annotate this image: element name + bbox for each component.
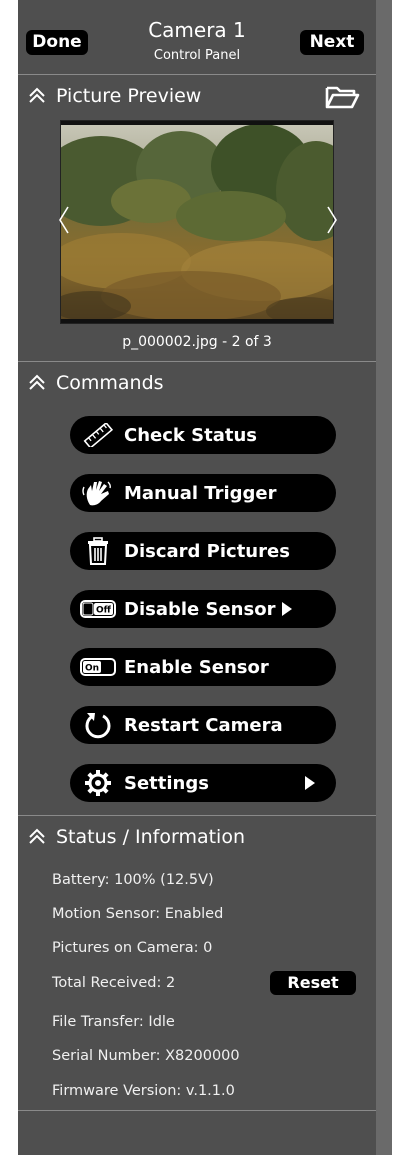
total-received-status: Total Received: 2 (52, 975, 176, 991)
restart-icon (78, 710, 118, 740)
status-information-header[interactable]: Status / Information (26, 824, 245, 850)
next-picture-icon[interactable] (324, 203, 340, 237)
motion-sensor-status: Motion Sensor: Enabled (52, 906, 224, 922)
gear-icon (78, 768, 118, 798)
next-button[interactable]: Next (300, 30, 364, 55)
folder-open-icon[interactable] (324, 84, 360, 110)
ruler-icon (78, 420, 118, 450)
svg-text:On: On (85, 664, 99, 674)
restart-camera-label: Restart Camera (124, 714, 283, 736)
divider (18, 1110, 376, 1111)
divider (18, 815, 376, 816)
divider (18, 361, 376, 362)
settings-button[interactable]: Settings (70, 764, 336, 802)
scrollbar-track[interactable] (376, 0, 392, 1155)
manual-trigger-label: Manual Trigger (124, 482, 277, 504)
disable-sensor-button[interactable]: Off Disable Sensor (70, 590, 336, 628)
disable-sensor-label: Disable Sensor (124, 598, 276, 620)
picture-preview-header[interactable]: Picture Preview (26, 83, 201, 109)
hand-wave-icon (78, 478, 118, 508)
serial-number: Serial Number: X8200000 (52, 1048, 240, 1064)
check-status-button[interactable]: Check Status (70, 416, 336, 454)
manual-trigger-button[interactable]: Manual Trigger (70, 474, 336, 512)
reset-button[interactable]: Reset (270, 971, 356, 995)
enable-sensor-button[interactable]: On Enable Sensor (70, 648, 336, 686)
control-panel: Done Camera 1 Control Panel Next Picture… (18, 0, 376, 1155)
header: Done Camera 1 Control Panel Next (18, 0, 376, 74)
collapse-chevron-icon[interactable] (26, 826, 48, 848)
discard-pictures-button[interactable]: Discard Pictures (70, 532, 336, 570)
collapse-chevron-icon[interactable] (26, 372, 48, 394)
picture-preview-image (60, 120, 334, 324)
commands-title: Commands (56, 372, 164, 394)
divider (18, 74, 376, 75)
picture-caption: p_000002.jpg - 2 of 3 (122, 334, 272, 350)
enable-sensor-label: Enable Sensor (124, 656, 269, 678)
battery-status: Battery: 100% (12.5V) (52, 872, 214, 888)
collapse-chevron-icon[interactable] (26, 85, 48, 107)
firmware-version: Firmware Version: v.1.1.0 (52, 1083, 235, 1099)
trash-icon (78, 536, 118, 566)
submenu-arrow-icon (305, 776, 315, 790)
previous-picture-icon[interactable] (56, 203, 72, 237)
discard-pictures-label: Discard Pictures (124, 540, 290, 562)
toggle-on-icon: On (78, 652, 118, 682)
commands-header[interactable]: Commands (26, 370, 164, 396)
settings-label: Settings (124, 772, 209, 794)
picture-preview-title: Picture Preview (56, 85, 202, 107)
check-status-label: Check Status (124, 424, 257, 446)
toggle-off-icon: Off (78, 594, 118, 624)
svg-text:Off: Off (96, 606, 112, 616)
pictures-on-camera-status: Pictures on Camera: 0 (52, 940, 213, 956)
file-transfer-status: File Transfer: Idle (52, 1014, 175, 1030)
status-information-title: Status / Information (56, 826, 246, 848)
restart-camera-button[interactable]: Restart Camera (70, 706, 336, 744)
submenu-arrow-icon (282, 602, 293, 616)
